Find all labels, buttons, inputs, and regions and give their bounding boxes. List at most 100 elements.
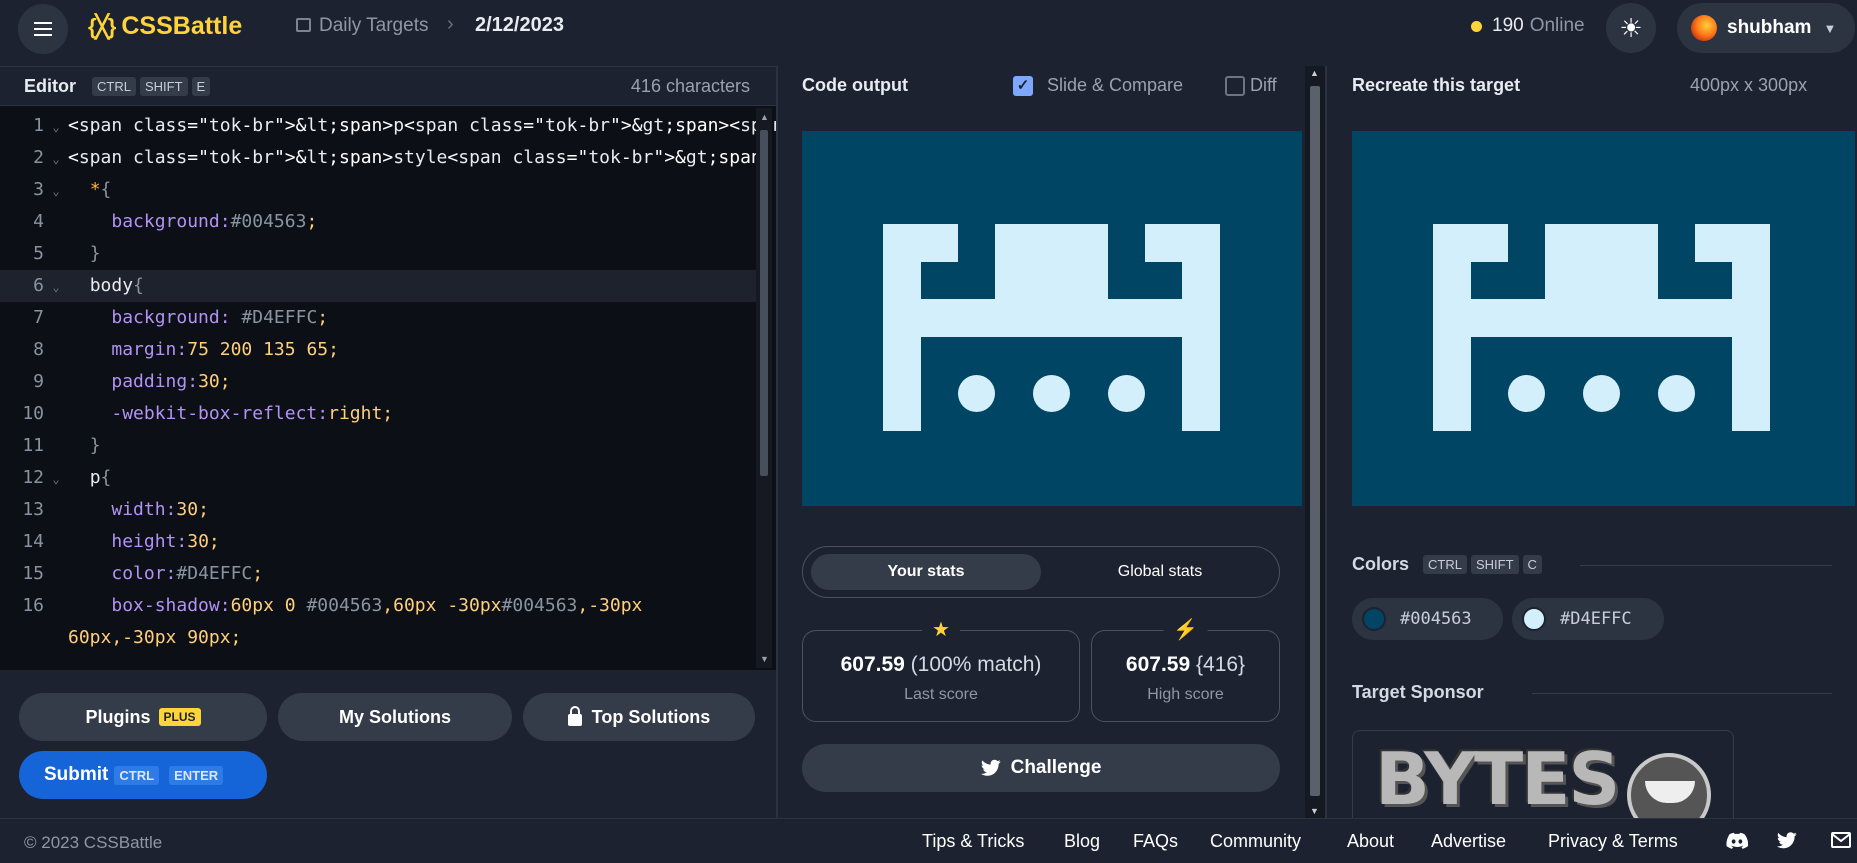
editor-header: Editor CTRL SHIFT E 416 characters [0,66,776,106]
scroll-up-icon[interactable]: ▲ [1310,68,1319,78]
theme-toggle-button[interactable]: ☀ [1606,3,1656,53]
code-text: } [89,435,101,456]
editor-scrollbar-thumb[interactable] [760,130,768,476]
kbd-key: CTRL [1423,555,1467,574]
twitter-icon[interactable] [1777,832,1797,854]
target-title: Recreate this target [1352,75,1521,95]
mail-icon[interactable] [1831,832,1851,853]
fold-chevron-icon[interactable]: ⌄ [44,463,68,495]
code-line[interactable]: 60px,-30px 90px; [0,622,756,654]
editor-scrollbar[interactable]: ▲ ▼ [756,108,772,668]
code-line[interactable]: 10 -webkit-box-reflect:right; [0,398,756,430]
footer-link-blog[interactable]: Blog [1064,831,1100,852]
code-line[interactable]: 8 margin:75 200 135 65; [0,334,756,366]
top-solutions-button[interactable]: Top Solutions [523,693,755,741]
code-text: } [89,243,101,264]
scroll-up-icon[interactable]: ▲ [760,112,769,122]
slide-compare-checkbox[interactable]: ✓ [1013,76,1033,96]
slide-compare-label[interactable]: Slide & Compare [1047,75,1183,96]
footer-link-community[interactable]: Community [1210,831,1301,852]
logo-text: CSSBattle [121,12,243,40]
scroll-down-icon[interactable]: ▼ [1310,806,1319,816]
code-line[interactable]: 1 ⌄ <span class="tok-br">&lt;span>p<span c… [0,110,776,143]
colors-title: Colors [1352,554,1410,574]
challenge-label: Challenge [1010,757,1102,778]
my-solutions-button[interactable]: My Solutions [278,693,512,741]
footer-link-advertise[interactable]: Advertise [1431,831,1506,852]
code-line[interactable]: 3 ⌄ *{ [0,174,756,206]
code-line[interactable]: 9 padding:30; [0,366,756,398]
code-line[interactable]: 5 } [0,238,756,270]
fold-chevron-icon[interactable]: ⌄ [44,143,68,175]
target-dot [1658,375,1695,412]
color-hex: #D4EFFC [1560,609,1632,629]
code-line[interactable]: 2 ⌄ <span class="tok-br">&lt;span>style<sp… [0,142,772,175]
challenge-button[interactable]: Challenge [802,744,1280,792]
menu-button[interactable] [18,4,68,54]
fold-chevron-icon[interactable]: ⌄ [44,111,68,143]
plugins-button[interactable]: Plugins PLUS [19,693,267,741]
color-chip-2[interactable]: #D4EFFC [1512,598,1664,640]
code-line[interactable]: 7 background: #D4EFFC; [0,302,756,334]
kbd-key: SHIFT [1470,555,1519,574]
online-count: 190 [1492,15,1524,36]
tab-global-stats[interactable]: Global stats [1045,554,1275,590]
line-number: 15 [22,563,44,584]
code-output-canvas[interactable] [802,131,1302,506]
code-line[interactable]: 15 color:#D4EFFC; [0,558,756,590]
line-number: 11 [22,435,44,456]
line-number: 3 [33,179,44,200]
scroll-down-icon[interactable]: ▼ [760,654,769,664]
output-scrollbar-thumb[interactable] [1310,86,1320,796]
code-line[interactable]: 12 ⌄ p{ [0,462,756,494]
high-score-card: ⚡ 607.59 {416} High score [1091,617,1280,722]
color-hex: #004563 [1400,609,1472,629]
footer-link-tips[interactable]: Tips & Tricks [922,831,1024,852]
line-number: 12 [22,467,44,488]
last-score-value: 607.59 (100% match) [803,653,1079,677]
fold-chevron-icon[interactable]: ⌄ [44,271,68,303]
target-shape [1732,337,1770,431]
user-menu-button[interactable]: shubham ▼ [1677,3,1855,53]
footer-link-about[interactable]: About [1347,831,1394,852]
line-number: 4 [33,211,44,232]
line-number: 1 [33,115,44,136]
code-line[interactable]: 16 box-shadow:60px 0 #004563,60px -30px#… [0,590,756,622]
logo[interactable]: {╳} CSSBattle [88,12,242,41]
line-number: 6 [33,275,44,296]
line-number: 8 [33,339,44,360]
editor-shortcut: CTRL SHIFT E [92,77,214,96]
online-label: Online [1529,15,1585,36]
code-line[interactable]: 4 background:#004563; [0,206,756,238]
footer-link-privacy[interactable]: Privacy & Terms [1548,831,1678,852]
high-score-chars: {416} [1196,653,1246,676]
code-text: background:#004563; [111,211,318,232]
kbd-key: SHIFT [139,77,188,96]
fold-chevron-icon[interactable]: ⌄ [44,175,68,207]
code-line[interactable]: 13 width:30; [0,494,756,526]
tab-your-stats[interactable]: Your stats [811,554,1041,590]
diff-checkbox[interactable] [1225,76,1245,96]
chevron-right-icon: › [447,13,454,35]
target-canvas [1352,131,1855,506]
code-line[interactable]: 14 height:30; [0,526,756,558]
code-editor[interactable]: 1 ⌄ <span class="tok-br">&lt;span>p<span c… [0,106,776,670]
code-text: <span class="tok-br">&lt;span>p<span cla… [68,115,776,136]
code-line[interactable]: 11 } [0,430,756,462]
panel-divider [1325,66,1327,818]
color-chip-1[interactable]: #004563 [1352,598,1503,640]
sponsor-banner[interactable]: BYTES [1352,730,1734,818]
breadcrumb-daily-targets[interactable]: Daily Targets [319,15,428,37]
sponsor-mascot-icon [1627,753,1711,818]
online-dot-icon [1471,20,1482,32]
code-line[interactable]: 6 ⌄ body{ [0,270,756,302]
discord-icon[interactable] [1726,832,1749,855]
footer-link-faqs[interactable]: FAQs [1133,831,1178,852]
panel-divider[interactable] [776,66,778,818]
output-scrollbar[interactable]: ▲ ▼ [1305,66,1325,818]
kbd-key: E [191,77,211,96]
diff-label[interactable]: Diff [1250,75,1277,96]
submit-button[interactable]: Submit CTRL ENTER [19,751,267,799]
breadcrumb-date: 2/12/2023 [475,14,564,36]
output-title: Code output [802,75,908,95]
